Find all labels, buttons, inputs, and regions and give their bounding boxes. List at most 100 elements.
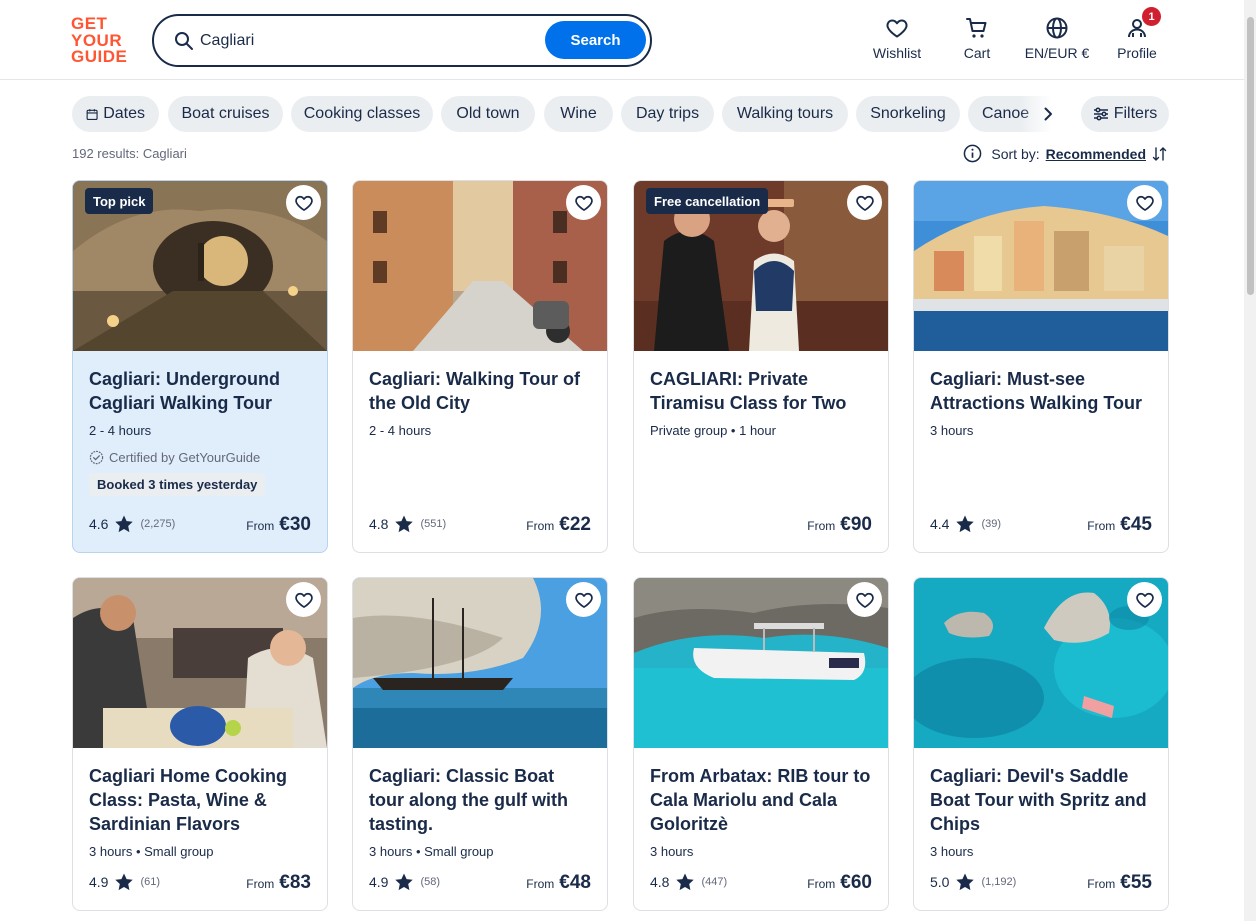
activity-title[interactable]: Cagliari: Classic Boat tour along the gu… (369, 764, 591, 836)
heart-icon (574, 195, 593, 211)
wishlist-button[interactable] (566, 582, 601, 617)
price-amount: €48 (559, 872, 591, 893)
rating-value: 4.8 (650, 874, 670, 890)
certified-text: Certified by GetYourGuide (109, 450, 261, 465)
heart-icon (294, 592, 313, 608)
activity-duration: 2 - 4 hours (369, 423, 432, 438)
certified-check-icon (89, 450, 104, 465)
notification-badge: 1 (1142, 7, 1161, 26)
price-from-label: From (1087, 877, 1116, 891)
card-footer: 4.4 (39) From €45 (930, 512, 1152, 536)
price-amount: €22 (559, 514, 591, 535)
activity-title[interactable]: From Arbatax: RIB tour to Cala Mariolu a… (650, 764, 872, 836)
price-amount: €45 (1120, 514, 1152, 535)
chip-walking-tours[interactable]: Walking tours (722, 96, 848, 132)
heart-icon (574, 592, 593, 608)
card-footer: 4.6 (2,275) From €30 (89, 512, 311, 536)
activity-card[interactable]: Cagliari Home Cooking Class: Pasta, Wine… (72, 577, 328, 911)
chip-label: Boat cruises (181, 105, 270, 122)
nav-profile-label: Profile (1117, 45, 1157, 61)
star-icon (956, 873, 975, 891)
rating: 4.9 (61) (89, 872, 160, 892)
chip-snorkeling[interactable]: Snorkeling (856, 96, 960, 132)
activity-card[interactable]: Top pick Cagliari: Underground Cagliari … (72, 180, 328, 553)
getyourguide-logo[interactable]: GET YOUR GUIDE (71, 15, 131, 65)
activity-duration: 3 hours (930, 423, 974, 438)
price: From €90 (807, 514, 872, 536)
price-amount: €30 (279, 514, 311, 535)
search-icon (175, 32, 193, 50)
price: From €22 (526, 514, 591, 536)
star-icon (676, 873, 695, 891)
heart-icon (886, 19, 908, 38)
rating: 4.8 (447) (650, 872, 727, 892)
filters-button[interactable]: Filters (1081, 96, 1169, 132)
price-from-label: From (526, 877, 555, 891)
chip-day-trips[interactable]: Day trips (621, 96, 714, 132)
heart-icon (294, 195, 313, 211)
activity-card[interactable]: Cagliari: Classic Boat tour along the gu… (352, 577, 608, 911)
activity-card[interactable]: Cagliari: Must-see Attractions Walking T… (913, 180, 1169, 553)
wishlist-button[interactable] (1127, 185, 1162, 220)
price: From €45 (1087, 514, 1152, 536)
card-footer: 4.9 (58) From €48 (369, 870, 591, 894)
activity-card[interactable]: From Arbatax: RIB tour to Cala Mariolu a… (633, 577, 889, 911)
rating-value: 5.0 (930, 874, 950, 890)
price: From €83 (246, 872, 311, 894)
sort-arrows-icon (1152, 146, 1167, 161)
sort-control[interactable]: Sort by: Recommended (963, 144, 1168, 163)
activity-title[interactable]: Cagliari: Devil's Saddle Boat Tour with … (930, 764, 1152, 836)
nav-cart-label: Cart (963, 45, 991, 61)
info-icon[interactable] (963, 144, 982, 163)
search-input[interactable] (200, 26, 530, 56)
chips-scroll-right-button[interactable] (1036, 101, 1060, 127)
chip-label: Old town (456, 105, 520, 122)
wishlist-button[interactable] (847, 582, 882, 617)
activity-title[interactable]: Cagliari Home Cooking Class: Pasta, Wine… (89, 764, 311, 836)
card-body: Cagliari Home Cooking Class: Pasta, Wine… (89, 764, 311, 859)
nav-profile[interactable]: Profile 1 (1114, 7, 1161, 66)
sliders-icon (1093, 107, 1108, 121)
nav-language-currency[interactable]: EN/EUR € (1022, 16, 1092, 66)
rating-value: 4.9 (369, 874, 389, 890)
wishlist-button[interactable] (1127, 582, 1162, 617)
logo-line: YOUR (71, 30, 123, 50)
activity-duration: 3 hours • Small group (369, 844, 494, 859)
wishlist-button[interactable] (566, 185, 601, 220)
price-from-label: From (807, 519, 836, 533)
wishlist-button[interactable] (286, 582, 321, 617)
price-amount: €90 (840, 514, 872, 535)
nav-cart[interactable]: Cart (962, 16, 992, 66)
review-count: (58) (420, 876, 441, 888)
activity-title[interactable]: Cagliari: Must-see Attractions Walking T… (930, 367, 1152, 415)
rating-value: 4.6 (89, 516, 109, 532)
price: From €30 (246, 514, 311, 536)
chip-cooking-classes[interactable]: Cooking classes (291, 96, 433, 132)
activity-title[interactable]: Cagliari: Underground Cagliari Walking T… (89, 367, 311, 415)
chip-boat-cruises[interactable]: Boat cruises (168, 96, 283, 132)
scrollbar-thumb[interactable] (1247, 17, 1254, 295)
chip-wine[interactable]: Wine (544, 96, 613, 132)
nav-wishlist-label: Wishlist (872, 45, 922, 61)
activity-duration: 3 hours (650, 844, 694, 859)
chip-dates[interactable]: Dates (72, 96, 159, 132)
wishlist-button[interactable] (847, 185, 882, 220)
rating: 4.8 (551) (369, 514, 446, 534)
activity-duration: 3 hours • Small group (89, 844, 214, 859)
activity-card[interactable]: Cagliari: Devil's Saddle Boat Tour with … (913, 577, 1169, 911)
card-footer: 5.0 (1,192) From €55 (930, 870, 1152, 894)
chip-label: Day trips (635, 105, 700, 122)
search-button[interactable]: Search (545, 21, 646, 59)
certified-label: Certified by GetYourGuide (89, 450, 311, 465)
wishlist-button[interactable] (286, 185, 321, 220)
activity-title[interactable]: Cagliari: Walking Tour of the Old City (369, 367, 591, 415)
nav-wishlist[interactable]: Wishlist (873, 16, 921, 66)
top-pick-badge: Top pick (85, 188, 154, 214)
activity-title[interactable]: CAGLIARI: Private Tiramisu Class for Two (650, 367, 872, 415)
heart-icon (1135, 592, 1154, 608)
activity-card[interactable]: Cagliari: Walking Tour of the Old City 2… (352, 180, 608, 553)
activity-card[interactable]: Free cancellation CAGLIARI: Private Tira… (633, 180, 889, 553)
page-scrollbar[interactable] (1244, 0, 1256, 921)
chip-old-town[interactable]: Old town (441, 96, 535, 132)
sort-value[interactable]: Recommended (1046, 146, 1146, 162)
